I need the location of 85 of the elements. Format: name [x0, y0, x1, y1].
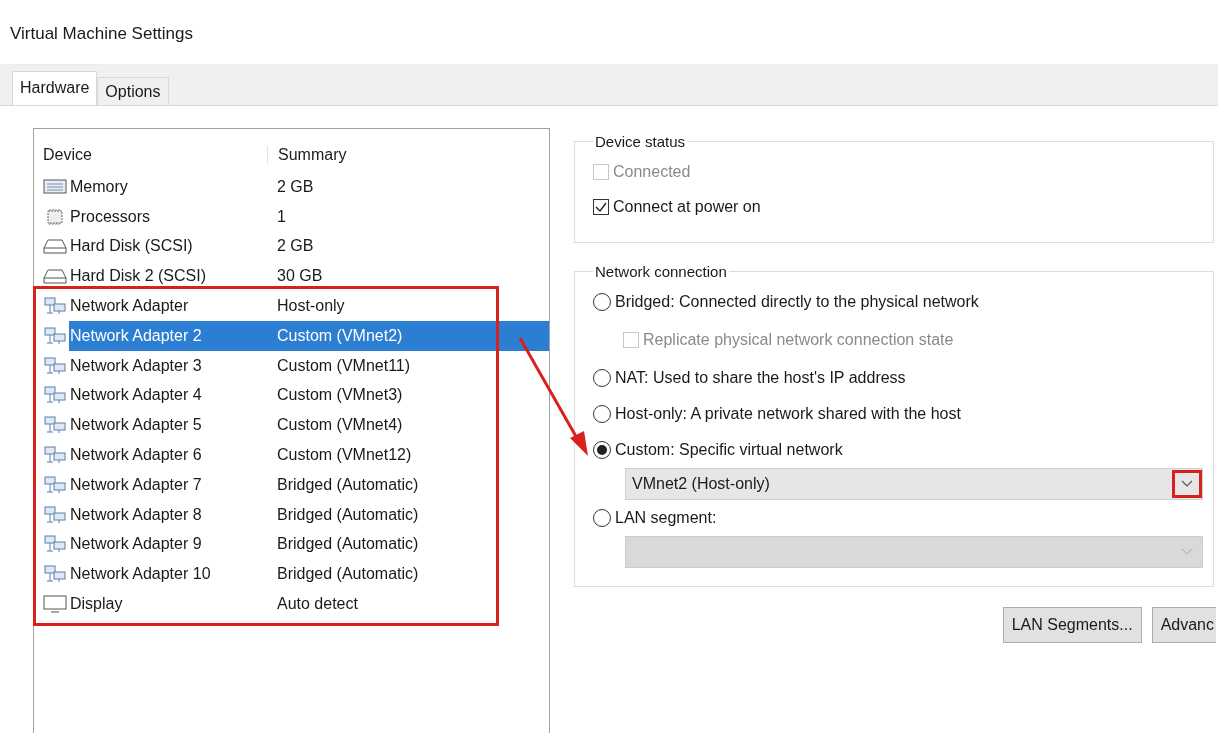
radio-label: LAN segment: [615, 509, 717, 527]
device-row[interactable]: Network Adapter 7 Bridged (Automatic) [69, 469, 549, 500]
radio-label: Host-only: A private network shared with the host [615, 405, 961, 423]
radio-button[interactable] [593, 441, 611, 459]
dialog-button[interactable]: LAN Segments... [1002, 607, 1142, 643]
network-icon [43, 326, 67, 345]
radio-button[interactable] [593, 509, 611, 527]
radio-button[interactable] [593, 293, 611, 311]
device-summary: Bridged (Automatic) [277, 505, 419, 524]
radio-label: Custom: Specific virtual network [615, 441, 843, 459]
radio-button[interactable] [593, 369, 611, 387]
device-name: Processors [69, 207, 152, 226]
dialog-button[interactable]: Advanc [1151, 607, 1216, 643]
device-name: Network Adapter 9 [69, 535, 203, 554]
network-icon [43, 505, 67, 524]
window-title: Virtual Machine Settings [9, 23, 194, 45]
device-row[interactable]: Network Adapter 2 Custom (VMnet2) [69, 321, 549, 351]
device-name: Network Adapter 8 [69, 505, 203, 524]
device-summary: Bridged (Automatic) [277, 535, 419, 554]
device-name: Network Adapter 10 [69, 565, 212, 584]
checkbox[interactable] [593, 198, 609, 215]
device-row[interactable]: Network Adapter 10 Bridged (Automatic) [69, 559, 549, 590]
tab[interactable]: Hardware [12, 71, 98, 105]
device-row[interactable]: Network Adapter 4 Custom (VMnet3) [69, 380, 549, 411]
device-name: Display [69, 595, 124, 614]
device-name: Network Adapter 3 [69, 356, 203, 375]
device-name: Memory [69, 177, 129, 196]
device-name: Hard Disk 2 (SCSI) [69, 267, 208, 286]
dropdown-value: VMnet2 (Host-only) [631, 475, 771, 493]
device-name: Network Adapter 4 [69, 386, 203, 405]
device-row[interactable]: Display Auto detect [69, 589, 549, 619]
network-icon [43, 565, 67, 584]
device-name: Network Adapter [69, 297, 190, 316]
network-icon [43, 535, 67, 554]
device-row[interactable]: Network Adapter 5 Custom (VMnet4) [69, 410, 549, 441]
device-summary: Bridged (Automatic) [277, 475, 419, 494]
checkbox-label: Replicate physical network connection state [643, 331, 954, 349]
device-row[interactable]: Network Adapter 8 Bridged (Automatic) [69, 499, 549, 530]
device-row[interactable]: Hard Disk 2 (SCSI) 30 GB [69, 261, 549, 292]
device-row[interactable]: Processors 1 [69, 201, 549, 232]
device-name: Network Adapter 2 [69, 326, 203, 345]
radio-label: NAT: Used to share the host's IP address [615, 369, 906, 387]
device-row[interactable]: Network Adapter 9 Bridged (Automatic) [69, 529, 549, 560]
checkbox-label: Connect at power on [613, 197, 761, 216]
device-summary: Custom (VMnet12) [277, 446, 412, 465]
device-summary: Custom (VMnet11) [277, 356, 411, 375]
memory-icon [43, 177, 67, 196]
device-summary: 2 GB [277, 177, 314, 196]
group-title: Device status [594, 133, 687, 150]
device-row[interactable]: Memory 2 GB [69, 172, 549, 202]
device-summary: 1 [277, 207, 286, 226]
device-summary: Host-only [277, 297, 345, 316]
network-icon [43, 475, 67, 494]
device-name: Network Adapter 5 [69, 416, 203, 435]
device-name: Network Adapter 6 [69, 446, 203, 465]
device-summary: 2 GB [277, 237, 314, 256]
monitor-icon [43, 595, 67, 614]
device-row[interactable]: Network Adapter 3 Custom (VMnet11) [69, 350, 549, 381]
device-summary: 30 GB [277, 267, 323, 286]
chevron-down-icon [1181, 548, 1193, 556]
network-icon [43, 386, 67, 405]
device-summary: Custom (VMnet4) [277, 416, 403, 435]
group-title: Network connection [594, 263, 728, 280]
device-name: Hard Disk (SCSI) [69, 237, 194, 256]
network-icon [43, 356, 67, 375]
radio-button[interactable] [593, 405, 611, 423]
tab[interactable]: Options [97, 77, 169, 105]
chevron-down-icon [1181, 480, 1193, 488]
device-summary: Custom (VMnet2) [277, 326, 403, 345]
network-icon [43, 297, 67, 316]
device-row[interactable]: Hard Disk (SCSI) 2 GB [69, 231, 549, 262]
dropdown[interactable]: VMnet2 (Host-only) [625, 468, 1203, 500]
device-summary: Custom (VMnet3) [277, 386, 403, 405]
device-row[interactable]: Network Adapter 6 Custom (VMnet12) [69, 440, 549, 470]
network-icon [43, 446, 67, 465]
column-header: Device [34, 146, 268, 164]
device-summary: Auto detect [277, 595, 358, 614]
checkbox-label: Connected [613, 162, 691, 181]
device-summary: Bridged (Automatic) [277, 565, 419, 584]
network-icon [43, 416, 67, 435]
radio-label: Bridged: Connected directly to the physical network [615, 293, 979, 311]
device-row[interactable]: Network Adapter Host-only [69, 291, 549, 321]
dropdown-arrow-button[interactable] [1172, 470, 1202, 498]
device-name: Network Adapter 7 [69, 475, 203, 494]
column-header: Summary [277, 146, 347, 164]
